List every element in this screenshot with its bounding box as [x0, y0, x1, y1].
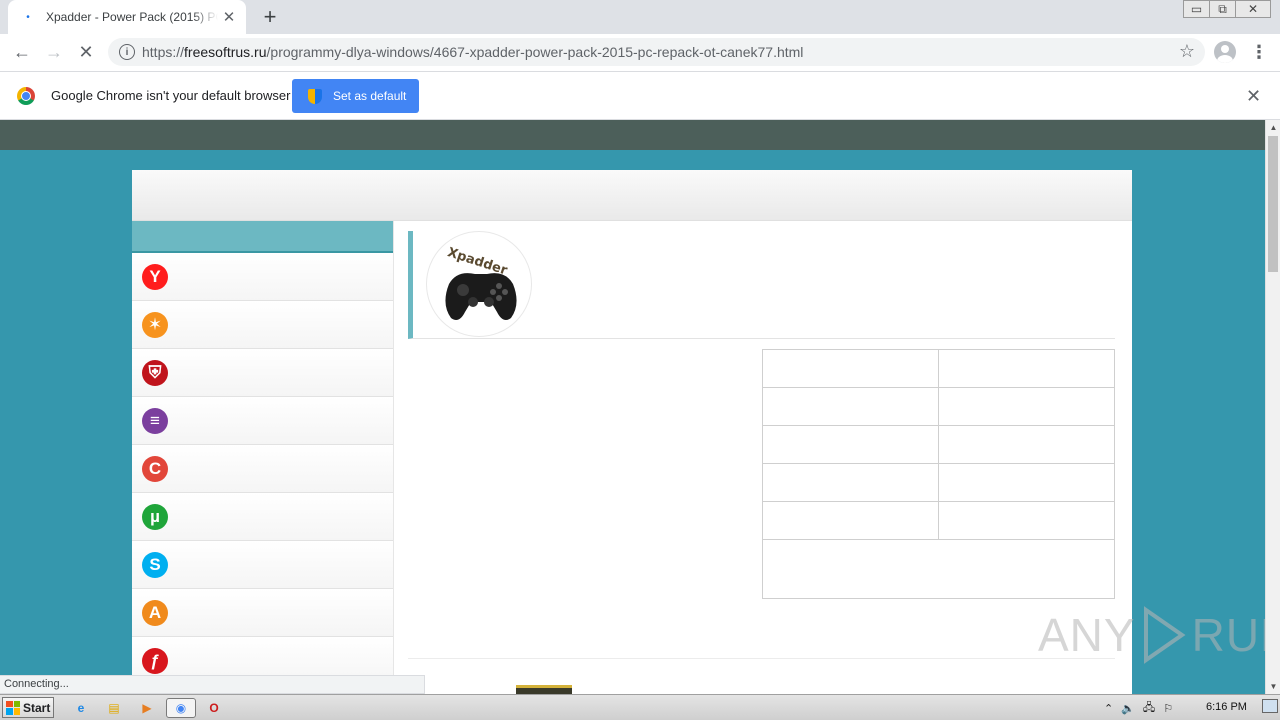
chrome-icon[interactable]: ◉ [166, 698, 196, 718]
clock[interactable]: 6:16 PM [1206, 701, 1247, 713]
details-table [762, 349, 1115, 599]
site-header [132, 170, 1132, 221]
scroll-thumb[interactable] [1268, 136, 1278, 272]
browser-toolbar: ← → ✕ i https://freesoftrus.ru/programmy… [0, 34, 1280, 71]
avast-icon: ✶ [142, 312, 168, 338]
sidebar-item[interactable]: ⛨ [132, 349, 393, 397]
chrome-menu-icon[interactable]: ⋮ [1250, 40, 1268, 64]
loading-icon: • [26, 11, 30, 23]
taskbar: Start e ▤ ▶ ◉ O ⌃ 🔈 🖧 ⚐ 6:16 PM [0, 694, 1280, 720]
tab-close-icon[interactable]: ✕ [218, 6, 240, 28]
utorrent-icon: µ [142, 504, 168, 530]
scroll-up-icon[interactable]: ▲ [1266, 120, 1280, 135]
details-cell [938, 350, 1114, 387]
site-info-icon[interactable]: i [119, 44, 135, 60]
details-cell [763, 388, 938, 425]
tab-title: Xpadder - Power Pack (2015) PC | Repack … [46, 10, 218, 24]
restore-button[interactable]: ⧉ [1209, 0, 1235, 18]
watermark-play-icon [1143, 606, 1186, 664]
sidebar-item[interactable]: µ [132, 493, 393, 541]
windows-logo-icon [6, 700, 20, 715]
set-as-default-label: Set as default [333, 89, 407, 103]
details-cell [938, 502, 1114, 539]
gamepad-icon[interactable]: Xpadder [426, 231, 532, 337]
uac-shield-icon [308, 88, 322, 104]
sidebar-header [132, 221, 393, 253]
start-label: Start [23, 700, 51, 715]
details-cell [763, 464, 938, 501]
minimize-button[interactable]: ▭ [1183, 0, 1209, 18]
details-cell [938, 426, 1114, 463]
details-row [763, 350, 1114, 388]
yandex-browser-icon: Y [142, 264, 168, 290]
tab-strip: • Xpadder - Power Pack (2015) PC | Repac… [0, 0, 1280, 34]
profile-avatar-icon[interactable] [1214, 41, 1236, 63]
sidebar-item[interactable]: C [132, 445, 393, 493]
site-topbar [0, 120, 1265, 150]
sidebar-item[interactable]: S [132, 541, 393, 589]
details-cell [763, 350, 938, 387]
new-tab-button[interactable]: + [258, 4, 282, 29]
screenshot-thumb[interactable] [516, 685, 572, 694]
close-window-button[interactable]: ✕ [1235, 0, 1271, 18]
internet-explorer-icon[interactable]: e [70, 698, 92, 718]
status-bubble: Connecting... [0, 675, 425, 694]
details-row [763, 502, 1114, 540]
show-desktop-button[interactable] [1262, 699, 1278, 713]
anyrun-watermark: ANY RUN [1038, 606, 1280, 664]
opera-icon[interactable]: O [203, 698, 225, 718]
details-cell [763, 502, 938, 539]
post-header: Xpadder [408, 231, 1115, 339]
address-bar[interactable]: i https://freesoftrus.ru/programmy-dlya-… [108, 38, 1205, 66]
forward-button[interactable]: → [40, 38, 68, 66]
set-as-default-button[interactable]: Set as default [292, 79, 419, 113]
details-row [763, 464, 1114, 502]
aimp-icon: A [142, 600, 168, 626]
sidebar-item[interactable]: ≡ [132, 397, 393, 445]
start-button[interactable]: Start [2, 697, 54, 718]
speaker-icon[interactable]: 🔈 [1121, 702, 1135, 715]
url-text[interactable]: https://freesoftrus.ru/programmy-dlya-wi… [142, 44, 803, 60]
flag-icon[interactable]: ⚐ [1163, 702, 1173, 715]
scroll-down-icon[interactable]: ▼ [1266, 679, 1280, 694]
bookmark-star-icon[interactable]: ☆ [1179, 41, 1195, 62]
winrar-icon: ≡ [142, 408, 168, 434]
page-scrollbar[interactable]: ▲ ▼ [1265, 120, 1280, 694]
ccleaner-icon: C [142, 456, 168, 482]
details-cell [763, 426, 938, 463]
details-cell [938, 388, 1114, 425]
main-content: Xpadder [408, 231, 1115, 694]
up-arrow-icon[interactable]: ⌃ [1104, 702, 1113, 715]
media-player-icon[interactable]: ▶ [136, 698, 158, 718]
chrome-logo-icon [17, 87, 35, 105]
skype-icon: S [142, 552, 168, 578]
details-row [763, 426, 1114, 464]
sidebar-item[interactable]: A [132, 589, 393, 637]
network-icon[interactable]: 🖧 [1143, 699, 1155, 718]
tab-active[interactable]: • Xpadder - Power Pack (2015) PC | Repac… [8, 0, 246, 34]
explorer-folder-icon[interactable]: ▤ [103, 698, 125, 718]
stop-button[interactable]: ✕ [72, 38, 100, 66]
system-tray: ⌃ 🔈 🖧 ⚐ [1104, 698, 1173, 718]
sidebar-item[interactable]: Y [132, 253, 393, 301]
default-browser-infobar: Google Chrome isn't your default browser… [0, 71, 1280, 120]
details-cell [938, 464, 1114, 501]
infobar-close-icon[interactable]: ✕ [1246, 86, 1261, 107]
flash-player-icon: ƒ [142, 648, 168, 674]
sidebar-divider [393, 221, 394, 694]
sidebar-item[interactable]: ✶ [132, 301, 393, 349]
antimalware-icon: ⛨ [142, 360, 168, 386]
watermark-left: ANY [1038, 609, 1136, 661]
content-divider [408, 658, 1115, 659]
back-button[interactable]: ← [8, 38, 36, 66]
infobar-message: Google Chrome isn't your default browser [51, 88, 291, 103]
details-row [763, 388, 1114, 426]
svg-text:Xpadder: Xpadder [446, 245, 510, 279]
site-container: Y ✶ ⛨ ≡ Cµ S Aƒ Xpadder [132, 170, 1132, 694]
sidebar: Y ✶ ⛨ ≡ Cµ S Aƒ [132, 221, 393, 694]
